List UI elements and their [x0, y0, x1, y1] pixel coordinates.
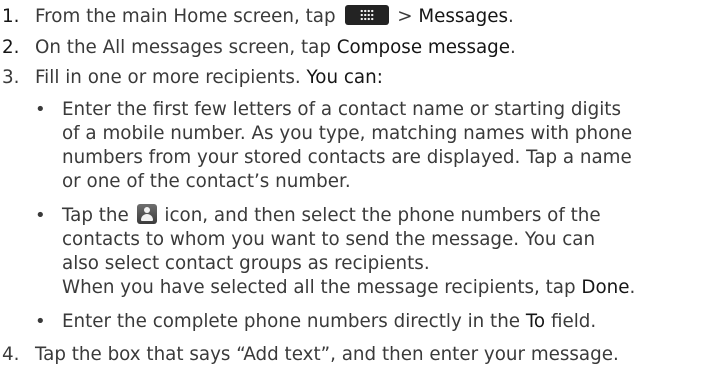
bullet-2-pre: Tap the — [62, 205, 129, 226]
step-2-number: 2. — [2, 37, 20, 58]
step-2-compose: Compose message — [336, 37, 511, 58]
bullet-2-post: icon, and then select the phone numbers … — [164, 205, 601, 226]
step-2-text: On the All messages screen, tap Compose … — [35, 36, 516, 60]
step-4-number: 4. — [2, 344, 20, 365]
step-1-messages: Messages — [418, 6, 508, 27]
instructions-document: 1. From the main Home screen, tap > Mess… — [0, 0, 718, 380]
step-1-text: From the main Home screen, tap > Message… — [35, 5, 514, 29]
step-1-number: 1. — [2, 6, 20, 27]
bullet-3-dot: • — [35, 311, 46, 332]
bullet-1-line-3: numbers from your stored contacts are di… — [62, 147, 632, 168]
step-3-number: 3. — [2, 67, 20, 88]
step-3-pre: Fill in one or more recipients. — [35, 67, 301, 88]
bullet-2-line-1: Tap the icon, and then select the phone … — [62, 204, 601, 228]
step-3-you-can: You can: — [306, 67, 383, 88]
bullet-2-line-2: contacts to whom you want to send the me… — [62, 229, 596, 250]
bullet-2-done-pre: When you have selected all the message r… — [62, 277, 576, 298]
bullet-3-post: field. — [550, 311, 597, 332]
bullet-3-to: To — [525, 311, 546, 332]
apps-grid-icon — [345, 5, 390, 25]
step-1-separator: > — [397, 6, 413, 27]
step-4-text: Tap the box that says “Add text”, and th… — [35, 344, 619, 365]
bullet-3-line-1: Enter the complete phone numbers directl… — [62, 310, 596, 334]
bullet-2-line-4: When you have selected all the message r… — [62, 276, 635, 300]
step-1-pre: From the main Home screen, tap — [35, 6, 336, 27]
step-2-pre: On the All messages screen, tap — [35, 37, 331, 58]
contact-person-icon — [136, 204, 157, 224]
step-2-period: . — [510, 37, 516, 58]
step-3-text: Fill in one or more recipients. You can: — [35, 66, 383, 90]
bullet-3-pre: Enter the complete phone numbers directl… — [62, 311, 521, 332]
bullet-1-line-4: or one of the contact’s number. — [62, 171, 351, 192]
bullet-2-done-period: . — [629, 277, 636, 298]
step-1-period: . — [508, 6, 514, 27]
bullet-1-line-2: of a mobile number. As you type, matchin… — [62, 123, 633, 144]
bullet-2-done: Done — [581, 277, 630, 298]
bullet-2-line-3: also select contact groups as recipients… — [62, 253, 430, 274]
bullet-1-line-1: Enter the first few letters of a contact… — [62, 99, 621, 120]
bullet-2-dot: • — [35, 205, 46, 226]
bullet-1-dot: • — [35, 99, 46, 120]
